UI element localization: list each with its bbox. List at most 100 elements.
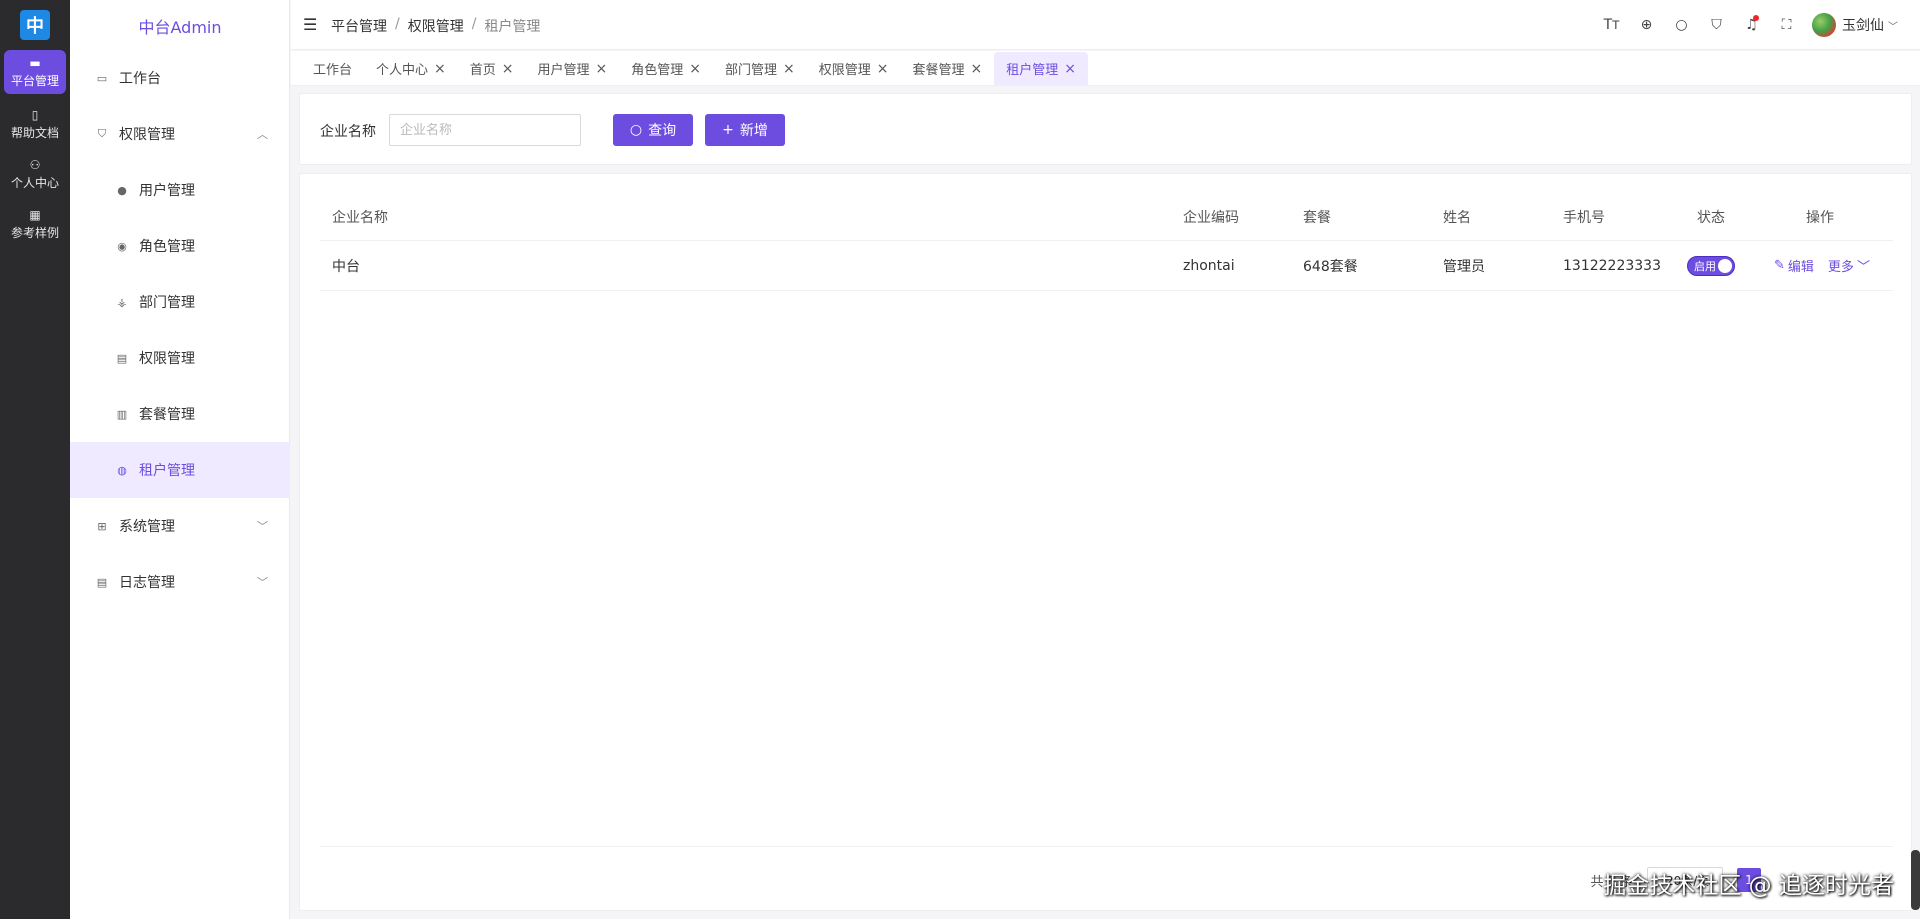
- rail-item-examples[interactable]: ▦ 参考样例: [4, 202, 66, 246]
- cell-phone: 13122223333: [1563, 257, 1661, 274]
- menu-item-label: 用户管理: [139, 183, 195, 199]
- top-header: ☰ 平台管理 / 权限管理 / 租户管理 TT ⊕ ○ ⛉ ♫ ⛶ 玉剑仙 ﹀: [291, 0, 1920, 50]
- close-icon[interactable]: ×: [502, 61, 514, 77]
- tab-roles[interactable]: 角色管理 ×: [619, 52, 713, 85]
- bell-icon[interactable]: ♫: [1734, 15, 1769, 33]
- menu-toggle-icon[interactable]: ☰: [303, 15, 317, 34]
- menu-item-permission-group[interactable]: ⛉ 权限管理 ︿: [70, 106, 290, 162]
- status-toggle[interactable]: 启用: [1687, 255, 1735, 276]
- tab-departments[interactable]: 部门管理 ×: [713, 52, 807, 85]
- tab-label: 工作台: [313, 63, 353, 78]
- close-icon[interactable]: ×: [783, 61, 795, 77]
- menu-item-label: 套餐管理: [139, 407, 195, 423]
- windows-icon: ⊞: [97, 519, 107, 533]
- user-menu[interactable]: 玉剑仙 ﹀: [1812, 13, 1898, 37]
- more-dropdown[interactable]: 更多 ﹀: [1828, 256, 1870, 275]
- book-icon: ▯: [31, 107, 39, 122]
- close-icon[interactable]: ×: [689, 61, 701, 77]
- log-icon: ▤: [96, 575, 108, 589]
- cell-status: 启用: [1687, 241, 1735, 290]
- column-header: 手机号: [1563, 210, 1605, 226]
- tab-label: 个人中心: [376, 63, 429, 78]
- close-icon[interactable]: ×: [1064, 61, 1076, 77]
- menu-item-system[interactable]: ⊞ 系统管理 ﹀: [70, 498, 290, 554]
- menu-item-permissions[interactable]: ▤ 权限管理: [70, 330, 290, 386]
- cell-contact: 管理员: [1443, 258, 1485, 275]
- brand-title: 中台Admin: [138, 18, 222, 37]
- chevron-up-icon: ︿: [257, 128, 268, 141]
- company-name-label: 企业名称: [320, 124, 376, 140]
- edit-link-label: 编辑: [1787, 260, 1814, 275]
- close-icon[interactable]: ×: [434, 61, 446, 77]
- column-header: 姓名: [1443, 210, 1471, 226]
- rail-item-profile[interactable]: ⚇ 个人中心: [4, 152, 66, 196]
- tab-users[interactable]: 用户管理 ×: [526, 52, 620, 85]
- user-name: 玉剑仙: [1842, 18, 1884, 34]
- scroll-handle[interactable]: [1911, 850, 1920, 910]
- rail-item-label: 参考样例: [10, 225, 59, 240]
- menu-item-label: 系统管理: [119, 519, 175, 535]
- menu-item-packages[interactable]: ▥ 套餐管理: [70, 386, 290, 442]
- menu-item-users[interactable]: ● 用户管理: [70, 162, 290, 218]
- breadcrumb-item[interactable]: 平台管理: [331, 16, 387, 36]
- edit-icon: ✎: [1774, 258, 1785, 273]
- toggle-knob: [1718, 258, 1732, 273]
- logo-icon[interactable]: 中: [20, 10, 50, 40]
- menu-item-departments[interactable]: ⚶ 部门管理: [70, 274, 290, 330]
- tab-bar: 工作台 个人中心 × 首页 × 用户管理 × 角色管理 × 部门管理 × 权限管理 × 套餐…: [291, 51, 1920, 86]
- breadcrumb-separator: /: [395, 16, 400, 32]
- edit-link[interactable]: ✎ 编辑: [1774, 256, 1814, 275]
- globe-icon[interactable]: ⊕: [1629, 17, 1664, 33]
- query-button[interactable]: ○ 查询: [613, 114, 693, 146]
- close-icon[interactable]: ×: [596, 61, 608, 77]
- fullscreen-icon[interactable]: ⛶: [1769, 17, 1804, 33]
- tab-label: 首页: [469, 63, 496, 78]
- menu-item-tenants[interactable]: ◍ 租户管理: [70, 442, 290, 498]
- add-button[interactable]: + 新增: [705, 114, 785, 146]
- tab-label: 部门管理: [725, 63, 778, 78]
- breadcrumb-item-current: 租户管理: [484, 19, 541, 35]
- close-icon[interactable]: ×: [877, 61, 889, 77]
- column-header: 套餐: [1303, 210, 1331, 226]
- avatar: [1812, 13, 1836, 37]
- menu-item-label: 角色管理: [139, 239, 195, 255]
- rail-item-platform[interactable]: ▬ 平台管理: [4, 50, 66, 94]
- search-icon[interactable]: ○: [1664, 17, 1699, 33]
- tab-profile[interactable]: 个人中心 ×: [364, 52, 458, 85]
- shirt-icon[interactable]: ⛉: [1699, 17, 1734, 33]
- tab-packages[interactable]: 套餐管理 ×: [901, 52, 995, 85]
- company-name-input[interactable]: [389, 114, 581, 146]
- chevron-down-icon: ﹀: [1888, 21, 1898, 33]
- menu-item-roles[interactable]: ◉ 角色管理: [70, 218, 290, 274]
- tenant-icon: ◍: [117, 463, 127, 477]
- font-size-icon[interactable]: TT: [1594, 17, 1629, 33]
- app-rail: 中 ▬ 平台管理 ▯ 帮助文档 ⚇ 个人中心 ▦ 参考样例: [0, 0, 70, 919]
- watermark: 掘金技术社区 @ 追逐时光者: [1603, 873, 1894, 899]
- breadcrumb-item[interactable]: 权限管理: [408, 16, 464, 36]
- rail-item-docs[interactable]: ▯ 帮助文档: [4, 102, 66, 146]
- close-icon[interactable]: ×: [971, 61, 983, 77]
- menu-item-label: 权限管理: [139, 351, 195, 367]
- monitor-icon: ▬: [29, 55, 41, 70]
- menu-item-workbench[interactable]: ▭ 工作台: [70, 50, 290, 106]
- tab-permissions[interactable]: 权限管理 ×: [807, 52, 901, 85]
- menu-item-label: 部门管理: [139, 295, 195, 311]
- menu-item-logs[interactable]: ▤ 日志管理 ﹀: [70, 554, 290, 610]
- query-button-label: 查询: [648, 123, 677, 139]
- menu-item-label: 权限管理: [119, 127, 175, 143]
- tab-tenants[interactable]: 租户管理 ×: [994, 52, 1089, 85]
- grid-icon: ▦: [29, 207, 41, 222]
- breadcrumb: 平台管理 / 权限管理 / 租户管理: [331, 16, 540, 36]
- cell-company-name: 中台: [332, 258, 360, 275]
- tab-home[interactable]: 首页 ×: [458, 52, 526, 85]
- tab-label: 权限管理: [818, 63, 871, 78]
- role-icon: ◉: [117, 239, 127, 253]
- cell-company-code: zhontai: [1183, 257, 1235, 274]
- rail-item-label: 平台管理: [10, 73, 59, 88]
- more-dropdown-label: 更多: [1827, 260, 1854, 275]
- column-header: 状态: [1697, 210, 1725, 226]
- rail-item-label: 帮助文档: [10, 125, 59, 140]
- rail-item-label: 个人中心: [10, 175, 59, 190]
- tab-workbench[interactable]: 工作台: [301, 52, 364, 85]
- plus-icon: +: [722, 122, 734, 138]
